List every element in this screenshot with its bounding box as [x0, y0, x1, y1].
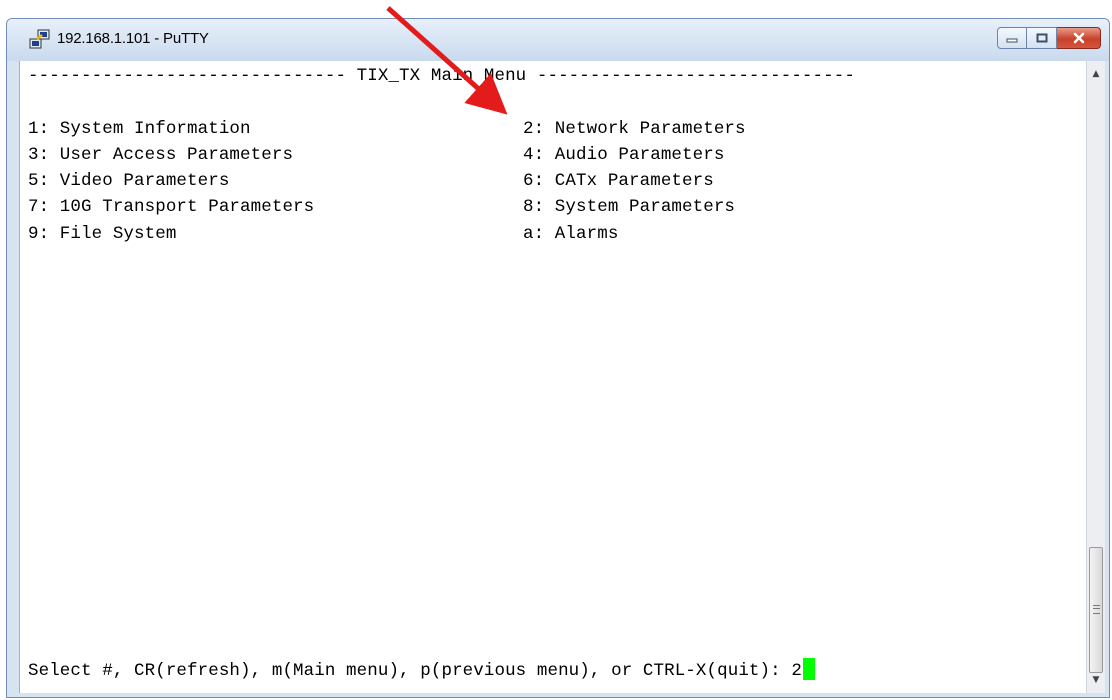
menu-item-alarms: a: Alarms: [523, 224, 619, 244]
vertical-scrollbar[interactable]: ▲ ▼: [1086, 61, 1105, 693]
menu-item-file-system: 9: File System: [28, 224, 177, 244]
scroll-up-button[interactable]: ▲: [1087, 65, 1105, 83]
terminal-cursor: [802, 658, 815, 680]
menu-item-catx-parameters: 6: CATx Parameters: [523, 171, 714, 191]
terminal-screen[interactable]: ------------------------------ TIX_TX Ma…: [19, 61, 1086, 693]
menu-header-line: ------------------------------ TIX_TX Ma…: [28, 66, 855, 86]
minimize-icon: [1006, 38, 1018, 43]
menu-item-audio-parameters: 4: Audio Parameters: [523, 145, 725, 165]
menu-item-system-information: 1: System Information: [28, 119, 251, 139]
window-controls: [997, 27, 1101, 49]
menu-item-10g-transport-parameters: 7: 10G Transport Parameters: [28, 197, 315, 217]
prompt-text: Select #, CR(refresh), m(Main menu), p(p…: [28, 661, 802, 681]
scrollbar-thumb[interactable]: [1089, 547, 1103, 673]
menu-item-user-access-parameters: 3: User Access Parameters: [28, 145, 294, 165]
scroll-down-icon: ▼: [1092, 675, 1100, 685]
scroll-up-icon: ▲: [1092, 69, 1100, 79]
putty-window: 192.168.1.101 - PuTTY ------------------…: [6, 18, 1110, 698]
putty-icon: [29, 29, 50, 49]
maximize-button[interactable]: [1027, 27, 1057, 49]
grip-icon: [1093, 605, 1100, 614]
scroll-down-button[interactable]: ▼: [1087, 671, 1105, 689]
maximize-icon: [1036, 33, 1047, 43]
close-icon: [1073, 32, 1084, 44]
close-button[interactable]: [1057, 27, 1101, 49]
prompt-line: Select #, CR(refresh), m(Main menu), p(p…: [28, 658, 815, 684]
minimize-button[interactable]: [997, 27, 1027, 49]
menu-item-video-parameters: 5: Video Parameters: [28, 171, 230, 191]
menu-item-system-parameters: 8: System Parameters: [523, 197, 736, 217]
menu-item-network-parameters: 2: Network Parameters: [523, 119, 746, 139]
window-title: 192.168.1.101 - PuTTY: [57, 30, 209, 47]
title-bar[interactable]: 192.168.1.101 - PuTTY: [7, 19, 1109, 61]
